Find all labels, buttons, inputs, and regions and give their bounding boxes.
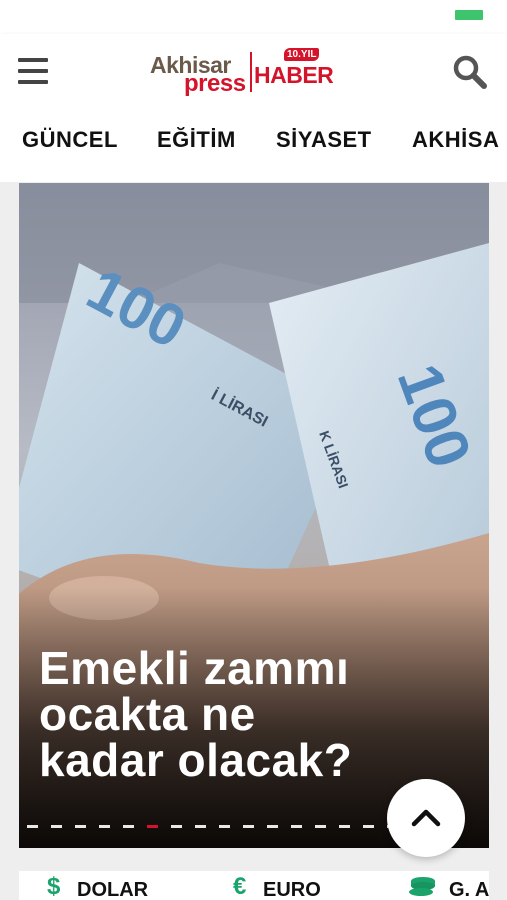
logo-anniversary-badge: 10.YIL bbox=[284, 48, 320, 61]
dollar-icon: $ bbox=[47, 873, 61, 900]
search-icon[interactable] bbox=[452, 54, 488, 90]
slider-dot[interactable] bbox=[339, 825, 350, 828]
headline-title[interactable]: Emekli zammı ocakta ne kadar olacak? bbox=[39, 645, 469, 783]
category-nav: GÜNCEL EĞİTİM SİYASET AKHİSA bbox=[0, 108, 507, 182]
slider-dot[interactable] bbox=[195, 825, 206, 828]
headline-line: kadar olacak? bbox=[39, 734, 353, 786]
slider-dot[interactable] bbox=[123, 825, 134, 828]
ticker-item-gold[interactable]: G. A bbox=[407, 873, 489, 900]
app-header: Akhisar press HABER 10.YIL bbox=[0, 34, 507, 108]
slider-dot[interactable] bbox=[51, 825, 62, 828]
slider-dot[interactable] bbox=[147, 825, 158, 828]
euro-icon: € bbox=[233, 873, 247, 900]
logo-press: press bbox=[184, 70, 246, 97]
ticker-label: EURO bbox=[263, 879, 321, 900]
ticker-label: G. A bbox=[449, 879, 489, 900]
slider-dot[interactable] bbox=[75, 825, 86, 828]
headline-slider[interactable]: 100 100 İ LİRASI K LİRASI Emekli zammı o… bbox=[19, 183, 489, 848]
status-bar bbox=[0, 0, 507, 34]
scroll-to-top-button[interactable] bbox=[387, 779, 465, 857]
battery-icon bbox=[455, 10, 483, 20]
logo-divider bbox=[250, 52, 252, 92]
site-logo[interactable]: Akhisar press HABER 10.YIL bbox=[150, 48, 336, 98]
headline-line: Emekli zammı bbox=[39, 642, 350, 694]
ticker-label: DOLAR bbox=[77, 879, 149, 900]
gold-coins-icon bbox=[409, 877, 435, 896]
chevron-up-icon bbox=[411, 809, 441, 827]
ticker-item-dollar[interactable]: $ DOLAR bbox=[47, 873, 197, 900]
logo-haber: HABER bbox=[254, 62, 334, 88]
slider-dot[interactable] bbox=[267, 825, 278, 828]
slider-dot[interactable] bbox=[363, 825, 374, 828]
slider-dot[interactable] bbox=[243, 825, 254, 828]
slider-dot[interactable] bbox=[171, 825, 182, 828]
currency-ticker: $ DOLAR € EURO G. A bbox=[19, 871, 489, 900]
slider-dot[interactable] bbox=[315, 825, 326, 828]
slider-dot[interactable] bbox=[291, 825, 302, 828]
slider-dot[interactable] bbox=[27, 825, 38, 828]
slider-dot[interactable] bbox=[219, 825, 230, 828]
tab-guncel[interactable]: GÜNCEL bbox=[22, 127, 118, 153]
tab-siyaset[interactable]: SİYASET bbox=[276, 127, 372, 153]
tab-akhisar[interactable]: AKHİSA bbox=[412, 127, 499, 153]
hamburger-menu-icon[interactable] bbox=[18, 58, 48, 84]
headline-line: ocakta ne bbox=[39, 688, 256, 740]
ticker-item-euro[interactable]: € EURO bbox=[233, 873, 383, 900]
tab-egitim[interactable]: EĞİTİM bbox=[157, 127, 236, 153]
slider-dot[interactable] bbox=[99, 825, 110, 828]
